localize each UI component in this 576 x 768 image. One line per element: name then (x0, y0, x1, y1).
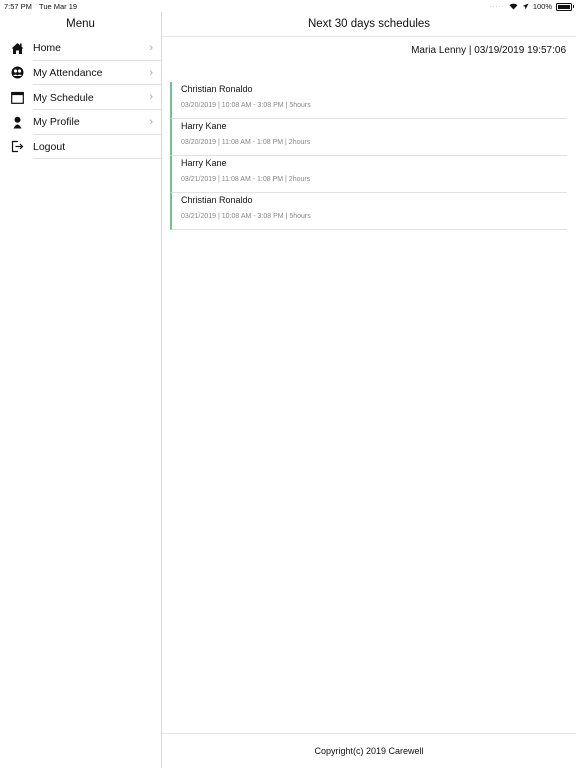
battery-icon (556, 2, 574, 11)
sidebar-item-label: Logout (33, 141, 66, 154)
schedule-list: Christian Ronaldo 03/20/2019 | 10:08 AM … (170, 82, 567, 230)
schedule-details: 03/21/2019 | 11:08 AM - 1:08 PM | 2hours (181, 176, 311, 183)
main-panel: Next 30 days schedules Maria Lenny | 03/… (162, 12, 576, 768)
schedule-client-name: Christian Ronaldo (181, 195, 253, 205)
user-timestamp: Maria Lenny | 03/19/2019 19:57:06 (411, 45, 566, 56)
schedule-item[interactable]: Christian Ronaldo 03/21/2019 | 10:08 AM … (170, 193, 567, 230)
sidebar-item-label: My Attendance (33, 67, 103, 80)
sidebar-title: Menu (66, 18, 95, 30)
sidebar-item-label: My Profile (33, 116, 80, 129)
logout-icon (10, 140, 24, 154)
wifi-icon (509, 3, 518, 10)
schedule-details: 03/21/2019 | 10:08 AM - 3:08 PM | 5hours (181, 213, 311, 220)
schedule-item[interactable]: Christian Ronaldo 03/20/2019 | 10:08 AM … (170, 82, 567, 119)
home-icon (10, 41, 24, 55)
calendar-icon (10, 90, 24, 104)
sidebar-item-home[interactable]: Home › (0, 36, 161, 61)
schedule-client-name: Harry Kane (181, 158, 227, 168)
location-icon (522, 3, 529, 10)
chevron-right-icon: › (149, 42, 153, 54)
signal-icon: ····· (489, 3, 505, 10)
schedule-item[interactable]: Harry Kane 03/20/2019 | 11:08 AM - 1:08 … (170, 119, 567, 156)
sidebar-item-logout[interactable]: Logout (0, 135, 161, 160)
schedule-client-name: Harry Kane (181, 121, 227, 131)
battery-percent: 100% (532, 2, 552, 11)
chevron-right-icon: › (149, 66, 153, 79)
sidebar-item-attendance[interactable]: My Attendance › (0, 61, 161, 86)
footer-copyright: Copyright(c) 2019 Carewell (162, 733, 576, 768)
status-time: 7:57 PM (4, 2, 32, 11)
person-icon (10, 115, 24, 129)
sidebar-item-label: Home (33, 42, 62, 55)
schedule-details: 03/20/2019 | 10:08 AM - 3:08 PM | 5hours (181, 102, 311, 109)
status-bar: 7:57 PM Tue Mar 19 ····· 100% (0, 0, 576, 12)
sidebar-item-profile[interactable]: My Profile › (0, 110, 161, 135)
sidebar: Menu Home › My Attendance › My Schedule … (0, 12, 162, 768)
schedule-item[interactable]: Harry Kane 03/21/2019 | 11:08 AM - 1:08 … (170, 156, 567, 193)
schedule-details: 03/20/2019 | 11:08 AM - 1:08 PM | 2hours (181, 139, 311, 146)
sidebar-item-schedule[interactable]: My Schedule › (0, 85, 161, 110)
schedule-client-name: Christian Ronaldo (181, 84, 253, 94)
sidebar-menu: Home › My Attendance › My Schedule › My … (0, 36, 161, 160)
page-title: Next 30 days schedules (162, 12, 576, 37)
status-date: Tue Mar 19 (39, 2, 78, 11)
chevron-right-icon: › (149, 91, 153, 104)
chevron-right-icon: › (149, 116, 153, 129)
sidebar-item-label: My Schedule (33, 91, 94, 104)
attendance-icon (10, 66, 24, 80)
